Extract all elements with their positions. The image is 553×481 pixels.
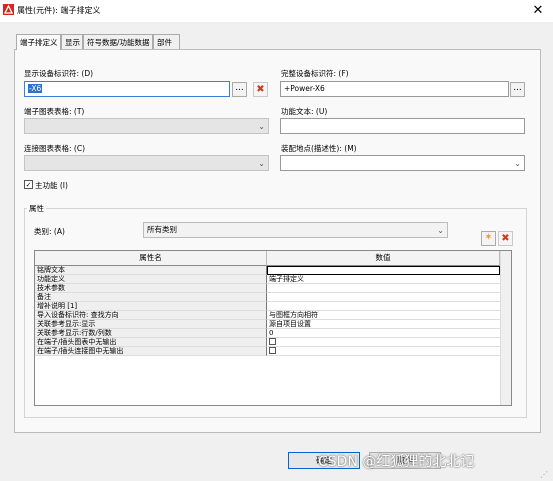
browse-button[interactable]: ...: [232, 82, 247, 97]
close-icon[interactable]: ✕: [529, 2, 547, 20]
table-row[interactable]: 功能定义 端子排定义: [35, 275, 500, 284]
row-value[interactable]: 0: [267, 329, 500, 338]
row-name: 在端子/插头连接图中无输出: [35, 347, 267, 356]
row-value[interactable]: 端子排定义: [267, 275, 500, 284]
row-value[interactable]: [267, 302, 500, 311]
full-id-browse-button[interactable]: ...: [510, 82, 525, 97]
function-text-label: 功能文本: (U): [281, 107, 328, 116]
column-header-value[interactable]: 数值: [267, 251, 500, 266]
row-value[interactable]: 源自项目设置: [267, 320, 500, 329]
properties-table: 属性名 数值 铭牌文本 功能定义 端子排定义 技术参数 备注 增补说明 [1] …: [34, 250, 512, 406]
chevron-down-icon: ⌄: [514, 159, 521, 168]
delete-row-icon[interactable]: ✖: [498, 231, 513, 246]
full-id-input[interactable]: +Power-X6: [280, 81, 509, 97]
function-text-input[interactable]: [280, 118, 525, 134]
row-value[interactable]: [267, 338, 500, 347]
watermark: CSDN @红狐狸的北北记: [318, 454, 475, 470]
connection-chart-select: ⌄: [24, 155, 269, 171]
table-row[interactable]: 关联参考显示:显示 源自项目设置: [35, 320, 500, 329]
table-row[interactable]: 增补说明 [1]: [35, 302, 500, 311]
chevron-down-icon: ⌄: [437, 226, 444, 235]
tab-terminal-def[interactable]: 端子排定义: [16, 34, 61, 50]
row-name: 技术参数: [35, 284, 267, 293]
row-value[interactable]: 与图框方向相符: [267, 311, 500, 320]
row-name: 铭牌文本: [35, 266, 267, 275]
main-function-checkbox[interactable]: ✓: [24, 180, 33, 189]
main-function-label: 主功能 (I): [35, 181, 68, 190]
row-name: 在端子/插头图表中无输出: [35, 338, 267, 347]
star-icon[interactable]: ✶: [481, 231, 496, 246]
table-row[interactable]: 在端子/插头图表中无输出: [35, 338, 500, 347]
category-label: 类别: (A): [34, 227, 65, 236]
row-value[interactable]: [267, 266, 500, 275]
table-row[interactable]: 关联参考显示:行数/列数 0: [35, 329, 500, 338]
row-checkbox[interactable]: [269, 347, 276, 354]
row-value[interactable]: [267, 284, 500, 293]
category-select[interactable]: 所有类别 ⌄: [143, 222, 448, 238]
connection-chart-label: 连接图表表格: (C): [24, 144, 85, 153]
chevron-down-icon: ⌄: [258, 122, 265, 131]
table-row[interactable]: 技术参数: [35, 284, 500, 293]
column-header-name[interactable]: 属性名: [35, 251, 267, 266]
tab-display[interactable]: 显示: [61, 34, 83, 49]
display-id-label: 显示设备标识符: (D): [24, 69, 94, 78]
table-header: 属性名 数值: [35, 251, 500, 266]
chevron-down-icon: ⌄: [258, 159, 265, 168]
display-id-input[interactable]: -X6: [24, 81, 230, 97]
vertical-scrollbar[interactable]: [500, 251, 511, 405]
table-row[interactable]: 备注: [35, 293, 500, 302]
table-row[interactable]: 导入设备标识符: 查找方向 与图框方向相符: [35, 311, 500, 320]
delete-icon[interactable]: ✖: [253, 82, 268, 97]
row-value[interactable]: [267, 347, 500, 356]
mount-location-label: 装配地点(描述性): (M): [281, 144, 357, 153]
row-name: 导入设备标识符: 查找方向: [35, 311, 267, 320]
terminal-chart-select: ⌄: [24, 118, 269, 134]
properties-group-label: 属性: [27, 203, 46, 214]
table-row[interactable]: 在端子/插头连接图中无输出: [35, 347, 500, 356]
row-name: 关联参考显示:显示: [35, 320, 267, 329]
row-name: 增补说明 [1]: [35, 302, 267, 311]
window-title: 属性(元件): 端子排定义: [17, 6, 101, 15]
full-id-label: 完整设备标识符: (F): [281, 69, 349, 78]
app-icon: [3, 4, 14, 15]
resize-grip-icon[interactable]: ⋰: [540, 470, 548, 479]
mount-location-select[interactable]: ⌄: [280, 155, 525, 171]
tab-symbol-data[interactable]: 符号数据/功能数据: [83, 34, 153, 49]
tab-parts[interactable]: 部件: [153, 34, 180, 49]
display-id-value: -X6: [28, 84, 43, 93]
row-name: 功能定义: [35, 275, 267, 284]
table-row[interactable]: 铭牌文本: [35, 266, 500, 275]
terminal-chart-label: 端子图表表格: (T): [24, 107, 85, 116]
row-name: 备注: [35, 293, 267, 302]
row-name: 关联参考显示:行数/列数: [35, 329, 267, 338]
row-checkbox[interactable]: [269, 338, 276, 345]
row-value[interactable]: [267, 293, 500, 302]
